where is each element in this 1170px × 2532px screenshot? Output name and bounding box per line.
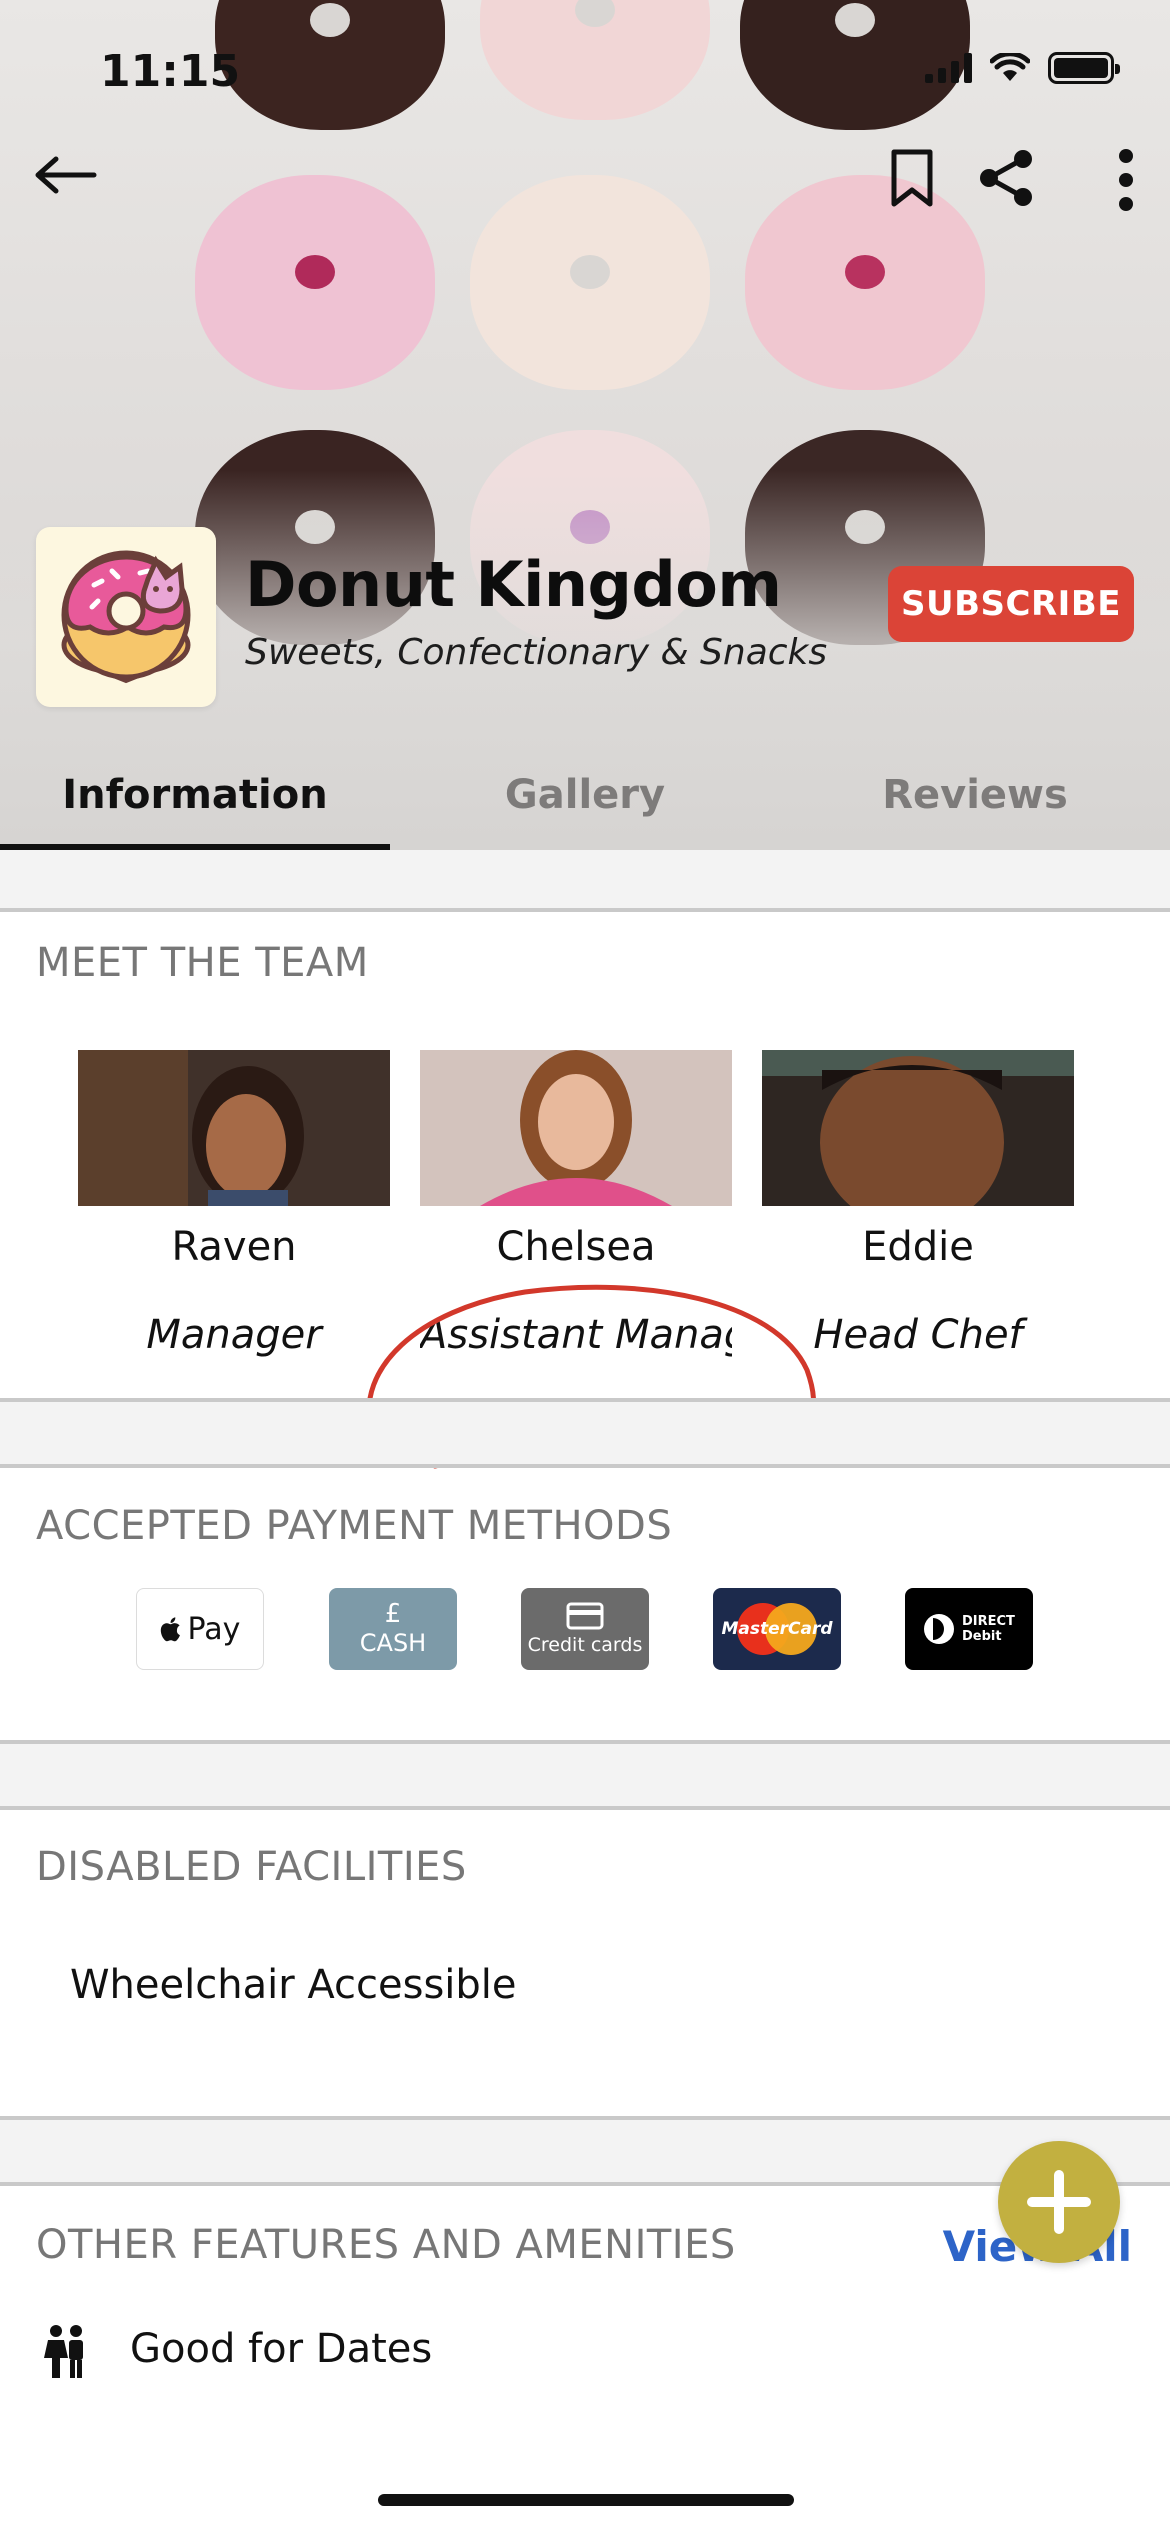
credit-cards-label: Credit cards [527,1634,643,1656]
payment-method-credit-cards: Credit cards [521,1588,649,1670]
couple-icon [44,2325,83,2378]
share-button[interactable] [970,140,1042,216]
share-icon [980,150,1032,206]
tab-gallery[interactable]: Gallery [390,740,780,850]
bookmark-button[interactable] [880,140,944,216]
hero-donut [470,175,710,390]
section-divider [0,1740,1170,1810]
hero-donut [745,175,985,390]
amenity-item: Good for Dates [130,2326,433,2372]
team-member-photo [78,1050,390,1206]
team-member-photo [762,1050,1074,1206]
more-options-button[interactable] [1096,140,1156,220]
hero-donut [195,175,435,390]
hero-banner: 11:15 Donut Kingdom Sweets, Confectionar… [0,0,1170,850]
battery-icon [1048,52,1120,84]
team-member-photo [420,1050,732,1206]
back-arrow-icon [35,156,97,194]
direct-debit-label: DIRECT Debit [962,1614,1015,1644]
apple-logo-icon [160,1617,180,1642]
payment-method-cash: £ CASH [329,1588,457,1670]
direct-debit-icon [924,1614,954,1644]
section-divider [0,2116,1170,2186]
donut-cat-logo-icon [61,550,191,684]
back-button[interactable] [26,140,106,210]
add-fab-button[interactable] [998,2141,1120,2263]
payment-section-title: ACCEPTED PAYMENT METHODS [36,1503,673,1549]
hero-donut [215,0,445,130]
plus-icon [1027,2170,1091,2234]
business-logo [36,527,216,707]
home-indicator[interactable] [378,2494,794,2506]
cash-label: CASH [359,1629,427,1657]
mastercard-label: MasterCard [721,1619,833,1639]
subscribe-button[interactable]: SUBSCRIBE [888,566,1134,642]
team-member-name: Eddie [862,1224,974,1270]
credit-card-icon [566,1602,604,1630]
status-time: 11:15 [100,46,241,97]
signal-icon [925,53,972,83]
tab-bar: Information Gallery Reviews [0,740,1170,850]
more-vertical-icon [1119,149,1133,211]
amenities-section-title: OTHER FEATURES AND AMENITIES [36,2222,736,2268]
status-icons [925,52,1120,84]
payment-method-direct-debit: DIRECT Debit [905,1588,1033,1670]
disabled-facilities-title: DISABLED FACILITIES [36,1844,467,1890]
section-divider [0,1398,1170,1468]
team-member-name: Chelsea [496,1224,656,1270]
wifi-icon [990,53,1030,81]
apple-pay-label: Pay [187,1611,241,1647]
team-section-title: MEET THE TEAM [36,940,369,986]
tab-reviews[interactable]: Reviews [780,740,1170,850]
business-name: Donut Kingdom [245,548,782,621]
hero-donut [480,0,710,120]
business-category: Sweets, Confectionary & Snacks [245,632,828,673]
team-member-name: Raven [171,1224,297,1270]
payment-method-mastercard: MasterCard [713,1588,841,1670]
bookmark-icon [891,149,933,207]
payment-method-apple-pay: Pay [136,1588,264,1670]
facility-item: Wheelchair Accessible [70,1962,517,2008]
section-divider [0,850,1170,912]
tab-information[interactable]: Information [0,740,390,850]
pound-symbol: £ [384,1599,402,1629]
team-member-card[interactable]: Raven Manager [78,1050,390,1358]
team-member-role: Manager [146,1312,322,1358]
